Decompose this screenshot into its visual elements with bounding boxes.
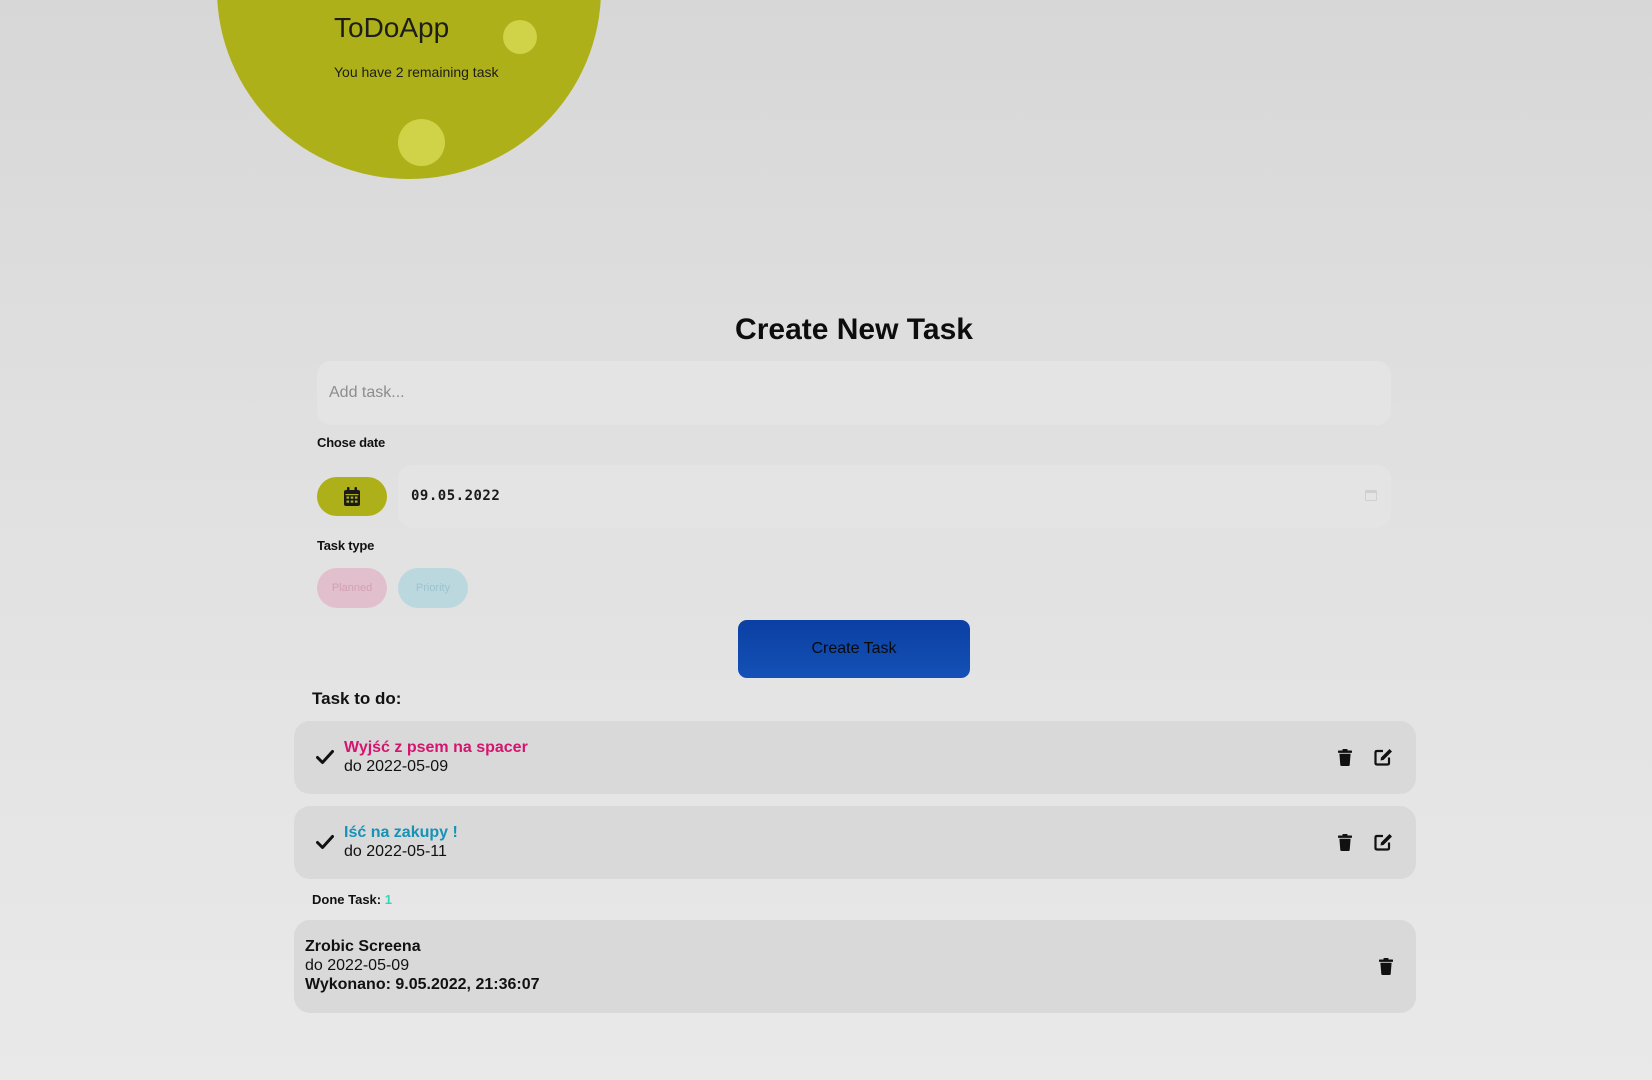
task-card: Wyjść z psem na spacer do 2022-05-09: [294, 721, 1416, 794]
done-count: 1: [384, 892, 392, 907]
task-type-label: Task type: [317, 538, 375, 553]
date-value: 09.05.2022: [411, 488, 501, 504]
decor-bubble: [503, 20, 537, 54]
edit-button[interactable]: [1372, 746, 1394, 768]
task-card: Iść na zakupy ! do 2022-05-11: [294, 806, 1416, 879]
check-icon[interactable]: [316, 834, 334, 850]
date-picker-icon[interactable]: [1365, 489, 1377, 501]
task-title: Iść na zakupy !: [344, 824, 458, 841]
date-label: Chose date: [317, 435, 386, 450]
calendar-icon: [344, 486, 360, 506]
check-icon[interactable]: [316, 749, 334, 765]
form-heading: Create New Task: [735, 313, 973, 346]
remaining-tasks-text: You have 2 remaining task: [334, 64, 499, 80]
delete-button[interactable]: [1375, 955, 1397, 977]
done-task-card: Zrobic Screena do 2022-05-09 Wykonano: 9…: [294, 920, 1416, 1013]
decor-bubble: [398, 119, 445, 166]
type-planned-button[interactable]: Planned: [317, 568, 387, 608]
date-input[interactable]: 09.05.2022: [398, 465, 1391, 528]
task-due-date: do 2022-05-11: [344, 843, 447, 860]
task-due-date: do 2022-05-09: [344, 758, 449, 775]
task-input[interactable]: [317, 361, 1391, 425]
app-title: ToDoApp: [334, 12, 450, 43]
edit-button[interactable]: [1372, 831, 1394, 853]
todo-section-title: Task to do:: [312, 689, 402, 708]
type-priority-button[interactable]: Priority: [398, 568, 468, 608]
done-task-title: Zrobic Screena: [305, 938, 421, 955]
done-task-completed-at: Wykonano: 9.05.2022, 21:36:07: [305, 976, 540, 993]
delete-button[interactable]: [1334, 831, 1356, 853]
done-task-due-date: do 2022-05-09: [305, 957, 410, 974]
trash-icon: [1379, 957, 1393, 975]
create-task-button[interactable]: Create Task: [738, 620, 970, 678]
trash-icon: [1338, 833, 1352, 851]
calendar-button[interactable]: [317, 477, 387, 516]
trash-icon: [1338, 748, 1352, 766]
edit-icon: [1373, 834, 1392, 851]
delete-button[interactable]: [1334, 746, 1356, 768]
done-section-title: Done Task: 1: [312, 892, 392, 907]
task-title: Wyjść z psem na spacer: [344, 739, 528, 756]
done-label: Done Task:: [312, 892, 382, 907]
edit-icon: [1373, 749, 1392, 766]
